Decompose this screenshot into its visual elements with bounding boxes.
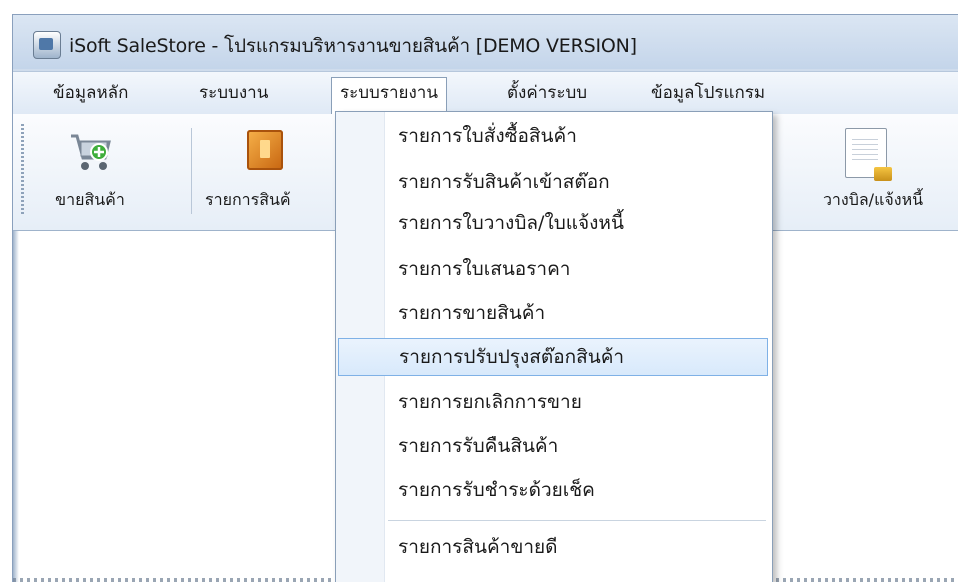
menu-item-product-returns[interactable]: รายการรับคืนสินค้า — [338, 427, 768, 465]
sell-products-button[interactable]: ขายสินค้า — [31, 124, 149, 220]
menu-bar: ข้อมูลหลัก ระบบงาน ระบบรายงาน ตั้งค่าระบ… — [13, 71, 958, 115]
menu-item-stock-receipts[interactable]: รายการรับสินค้าเข้าสต๊อก — [338, 163, 768, 201]
menu-item-sale-cancellations[interactable]: รายการยกเลิกการขาย — [338, 383, 768, 421]
product-list-label: รายการสินค้ — [205, 190, 291, 209]
menu-program-info[interactable]: ข้อมูลโปรแกรม — [643, 78, 773, 108]
menu-master-data[interactable]: ข้อมูลหลัก — [45, 78, 136, 108]
menu-item-billing-invoices[interactable]: รายการใบวางบิล/ใบแจ้งหนี้ — [338, 204, 768, 242]
menu-item-stock-adjustment[interactable]: รายการปรับปรุงสต๊อกสินค้า — [338, 338, 768, 376]
menu-system[interactable]: ระบบงาน — [191, 78, 276, 108]
menu-separator — [388, 520, 766, 521]
title-bar: iSoft SaleStore - โปรแกรมบริหารงานขายสิน… — [13, 15, 958, 69]
reports-dropdown-menu: รายการใบสั่งซื้อสินค้า รายการรับสินค้าเข… — [335, 111, 773, 582]
menu-settings[interactable]: ตั้งค่าระบบ — [499, 78, 595, 108]
menu-item-sales[interactable]: รายการขายสินค้า — [338, 294, 768, 332]
product-box-icon — [247, 130, 283, 170]
shopping-cart-add-icon — [71, 134, 111, 170]
window-title: iSoft SaleStore - โปรแกรมบริหารงานขายสิน… — [69, 35, 637, 57]
menu-item-best-sellers[interactable]: รายการสินค้าขายดี — [338, 528, 768, 566]
menu-item-purchase-orders[interactable]: รายการใบสั่งซื้อสินค้า — [338, 117, 768, 155]
app-icon[interactable] — [33, 31, 61, 59]
menu-reports[interactable]: ระบบรายงาน — [331, 77, 447, 114]
workspace-left-border — [13, 231, 19, 582]
product-list-button[interactable]: รายการสินค้ — [199, 124, 339, 220]
menu-item-cheque-payments[interactable]: รายการรับชำระด้วยเช็ค — [338, 471, 768, 509]
menu-item-quotations[interactable]: รายการใบเสนอราคา — [338, 250, 768, 288]
sell-products-label: ขายสินค้า — [55, 190, 125, 209]
invoice-document-icon — [845, 128, 892, 181]
billing-invoice-label: วางบิล/แจ้งหนี้ — [822, 190, 924, 209]
billing-invoice-button[interactable]: วางบิล/แจ้งหนี้ — [793, 124, 953, 220]
toolbar-grip[interactable] — [21, 124, 24, 214]
toolbar-separator — [191, 128, 192, 214]
